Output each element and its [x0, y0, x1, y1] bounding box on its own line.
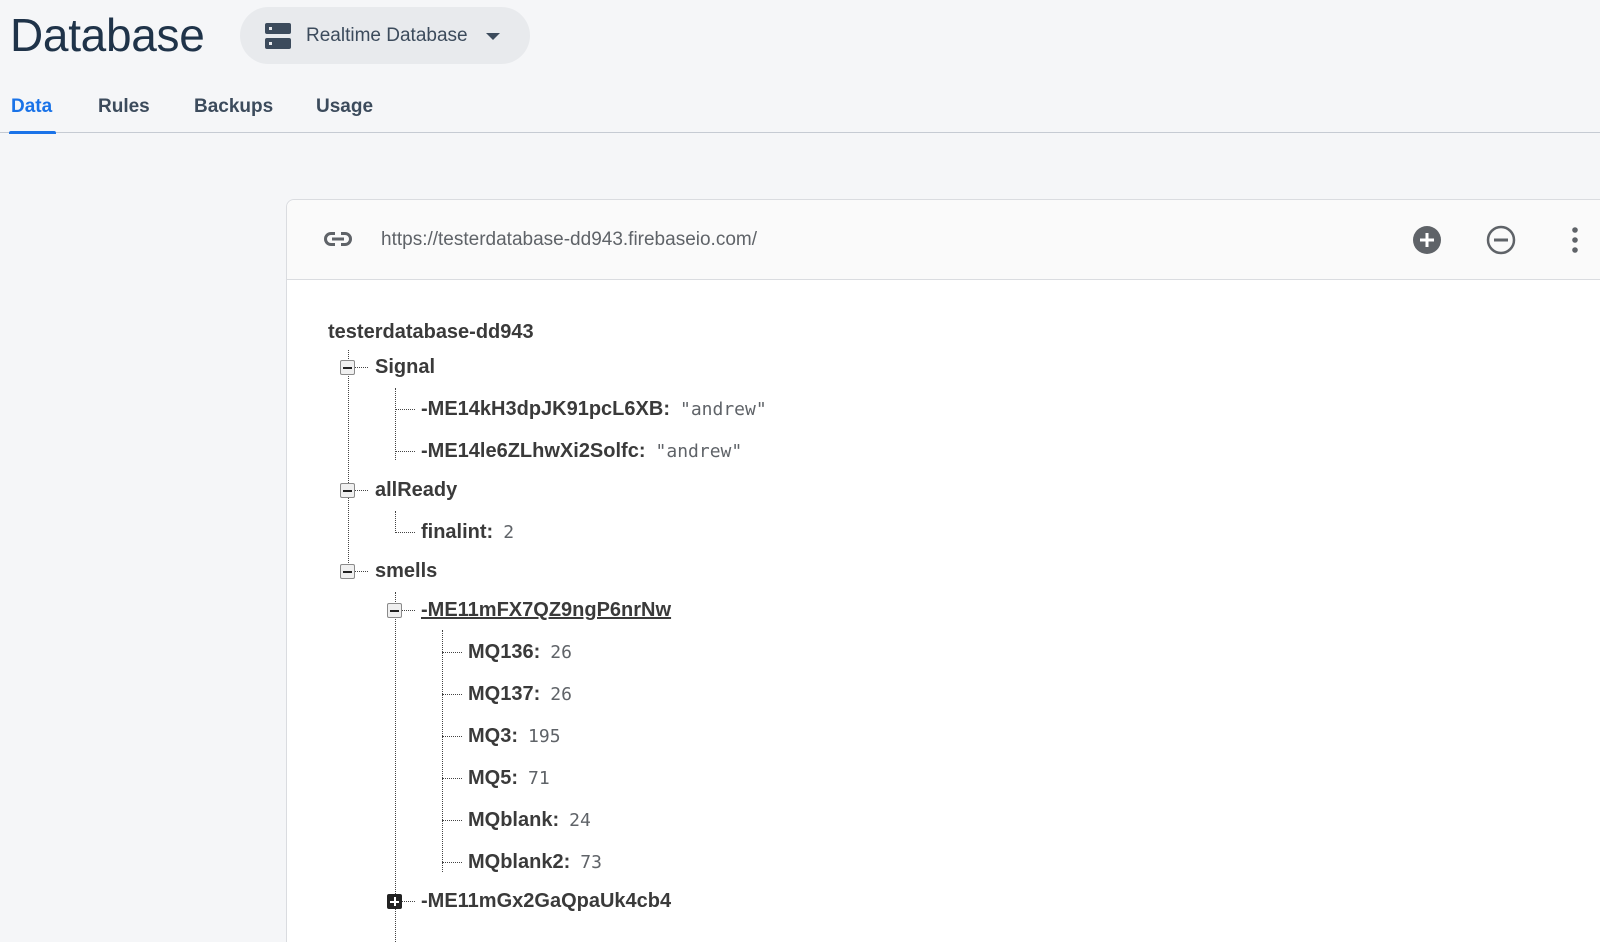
- tree-connector: [442, 652, 462, 653]
- tree-guide-line: [395, 388, 396, 460]
- tree-node-mq5[interactable]: MQ5: 71: [468, 766, 550, 791]
- node-separator: :: [533, 641, 541, 663]
- node-separator: :: [638, 440, 646, 462]
- node-key: finalint: [421, 521, 487, 543]
- chevron-down-icon: [485, 33, 500, 40]
- add-circle-icon[interactable]: [1411, 224, 1443, 256]
- data-viewer-panel: https://testerdatabase-dd943.firebaseio.…: [286, 199, 1600, 942]
- data-tree: testerdatabase-dd943 Signal -ME14kH3dpJK…: [287, 280, 1600, 942]
- tree-connector: [395, 409, 415, 410]
- node-value[interactable]: 73: [580, 852, 602, 873]
- node-key: -ME11mFX7QZ9ngP6nrNw: [421, 599, 672, 621]
- tree-root-node[interactable]: testerdatabase-dd943: [328, 320, 534, 344]
- active-tab-indicator: [9, 131, 56, 134]
- tree-connector: [442, 778, 462, 779]
- more-vert-icon[interactable]: [1559, 224, 1591, 256]
- node-key: -ME14le6ZLhwXi2Solfc: [421, 440, 639, 462]
- database-selector-label: Realtime Database: [306, 24, 468, 46]
- node-separator: :: [552, 809, 560, 831]
- tree-node-mq137[interactable]: MQ137: 26: [468, 682, 572, 707]
- tree-node-mq136[interactable]: MQ136: 26: [468, 640, 572, 665]
- tree-guide-line: [395, 592, 396, 942]
- tree-node-signal[interactable]: Signal: [375, 355, 435, 379]
- tree-connector: [355, 490, 368, 491]
- node-separator: :: [663, 398, 670, 420]
- link-icon[interactable]: [323, 227, 353, 251]
- database-selector-dropdown[interactable]: Realtime Database: [240, 7, 530, 64]
- tree-connector: [395, 532, 415, 533]
- tab-data[interactable]: Data: [11, 96, 52, 118]
- collapse-toggle-smells-entry-1[interactable]: [387, 603, 402, 618]
- tree-node-allready[interactable]: allReady: [375, 478, 457, 502]
- node-value[interactable]: "andrew": [656, 441, 743, 462]
- tree-guide-line: [348, 350, 349, 575]
- tree-connector: [442, 694, 462, 695]
- tree-connector: [442, 820, 462, 821]
- node-value[interactable]: 26: [550, 642, 572, 663]
- node-key: Signal: [375, 356, 436, 378]
- tree-node-signal-child-1[interactable]: -ME14kH3dpJK91pcL6XB: "andrew": [421, 397, 767, 422]
- page-title: Database: [10, 9, 205, 61]
- node-key: MQ3: [468, 725, 512, 747]
- tree-connector: [402, 901, 415, 902]
- node-separator: :: [563, 851, 571, 873]
- tree-root-label: testerdatabase-dd943: [328, 321, 534, 343]
- tree-node-mqblank2[interactable]: MQblank2: 73: [468, 850, 602, 875]
- node-value[interactable]: 24: [569, 810, 591, 831]
- tree-node-signal-child-2[interactable]: -ME14le6ZLhwXi2Solfc: "andrew": [421, 439, 742, 464]
- tree-connector: [355, 367, 368, 368]
- tree-node-mqblank[interactable]: MQblank: 24: [468, 808, 591, 833]
- node-key: MQblank: [468, 809, 553, 831]
- node-key: MQ136: [468, 641, 534, 663]
- expand-toggle-smells-entry-2[interactable]: [387, 894, 402, 909]
- remove-circle-icon[interactable]: [1485, 224, 1517, 256]
- node-separator: :: [533, 683, 541, 705]
- node-value[interactable]: 26: [550, 684, 572, 705]
- url-bar: https://testerdatabase-dd943.firebaseio.…: [287, 200, 1600, 280]
- collapse-toggle-smells[interactable]: [340, 564, 355, 579]
- node-separator: :: [511, 725, 519, 747]
- node-key: MQ5: [468, 767, 512, 789]
- node-key: -ME14kH3dpJK91pcL6XB: [421, 398, 664, 420]
- storage-icon: [265, 22, 291, 49]
- node-value[interactable]: "andrew": [680, 399, 767, 420]
- tree-connector: [442, 736, 462, 737]
- database-url[interactable]: https://testerdatabase-dd943.firebaseio.…: [381, 229, 757, 251]
- node-value[interactable]: 195: [528, 726, 561, 747]
- tree-node-smells-entry-1[interactable]: -ME11mFX7QZ9ngP6nrNw: [421, 598, 671, 622]
- node-separator: :: [486, 521, 494, 543]
- collapse-toggle-signal[interactable]: [340, 360, 355, 375]
- tab-rules[interactable]: Rules: [98, 96, 150, 118]
- node-key: MQblank2: [468, 851, 564, 873]
- collapse-toggle-allready[interactable]: [340, 483, 355, 498]
- node-value[interactable]: 71: [528, 768, 550, 789]
- tree-node-mq3[interactable]: MQ3: 195: [468, 724, 561, 749]
- node-key: MQ137: [468, 683, 534, 705]
- tab-usage[interactable]: Usage: [316, 96, 373, 118]
- tab-bar: Data Rules Backups Usage: [0, 88, 1600, 134]
- node-separator: :: [511, 767, 519, 789]
- tree-connector: [395, 451, 415, 452]
- tree-node-smells[interactable]: smells: [375, 559, 437, 583]
- tab-backups[interactable]: Backups: [194, 96, 273, 118]
- node-key: -ME11mGx2GaQpaUk4cb4: [421, 890, 672, 912]
- tree-guide-line: [395, 511, 396, 533]
- tree-connector: [402, 610, 415, 611]
- tree-node-smells-entry-2[interactable]: -ME11mGx2GaQpaUk4cb4: [421, 889, 671, 913]
- tree-guide-line: [442, 630, 443, 872]
- tree-connector: [442, 862, 462, 863]
- tree-connector: [355, 571, 368, 572]
- node-key: allReady: [375, 479, 458, 501]
- node-key: smells: [375, 560, 438, 582]
- tree-node-finalint[interactable]: finalint: 2: [421, 520, 514, 545]
- node-value[interactable]: 2: [503, 522, 514, 543]
